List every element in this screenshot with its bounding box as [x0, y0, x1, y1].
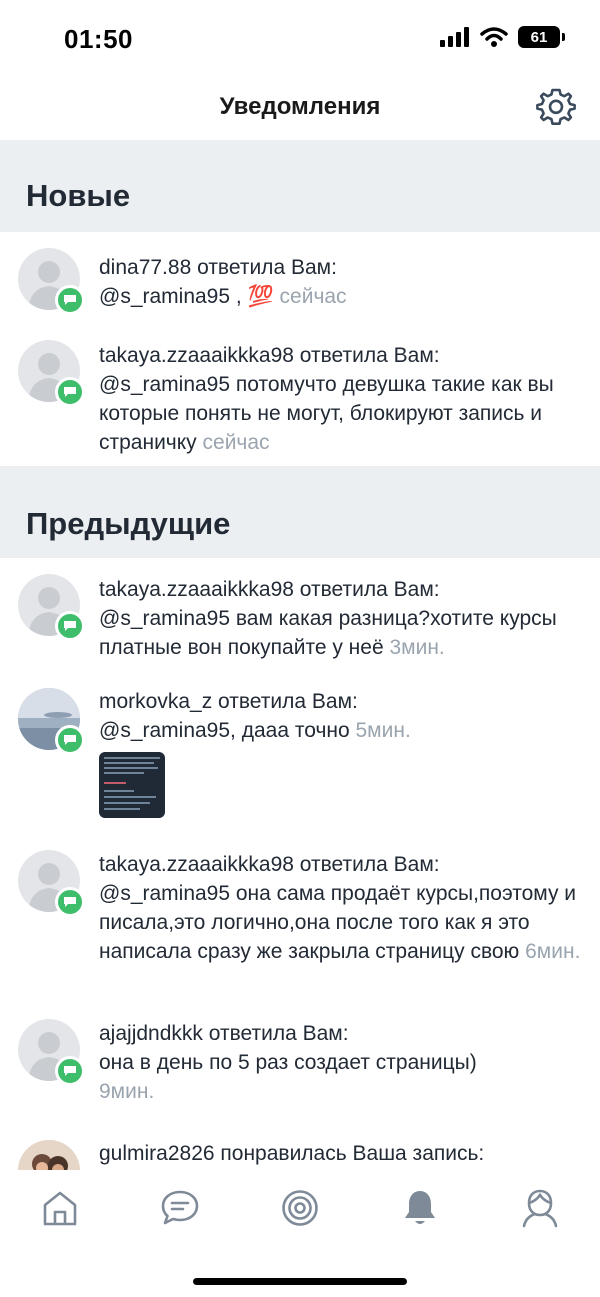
- username[interactable]: takaya.zzaaaikkka98: [99, 344, 294, 367]
- status-icons: 61: [440, 26, 565, 48]
- app-header: Уведомления: [0, 80, 600, 140]
- username[interactable]: morkovka_z: [99, 690, 212, 713]
- notification-item[interactable]: takaya.zzaaaikkka98 ответила Вам: @s_ram…: [0, 318, 600, 466]
- notification-body: @s_ramina95 , 💯: [99, 285, 280, 308]
- notification-text: morkovka_z ответила Вам: @s_ramina95, да…: [99, 687, 584, 745]
- notification-time: 5мин.: [355, 719, 411, 742]
- notification-text: gulmira2826 понравилась Ваша запись:: [99, 1139, 584, 1168]
- notification-action: ответила Вам:: [212, 690, 358, 713]
- notification-action: понравилась Ваша запись:: [214, 1142, 485, 1165]
- tab-bar: [0, 1170, 600, 1250]
- notification-text: takaya.zzaaaikkka98 ответила Вам: @s_ram…: [99, 341, 584, 457]
- notification-time: 9мин.: [99, 1080, 155, 1103]
- reply-badge-icon: [55, 887, 85, 917]
- notification-action: ответила Вам:: [293, 344, 440, 367]
- notification-body: @s_ramina95 вам какая разница?хотите кур…: [99, 607, 557, 659]
- notification-item[interactable]: takaya.zzaaaikkka98 ответила Вам: @s_ram…: [0, 558, 600, 670]
- avatar[interactable]: [18, 1140, 80, 1170]
- reply-badge-icon: [55, 285, 85, 315]
- reply-badge-icon: [55, 377, 85, 407]
- notification-action: ответила Вам:: [202, 1022, 349, 1045]
- notification-item[interactable]: takaya.zzaaaikkka98 ответила Вам: @s_ram…: [0, 840, 600, 1010]
- reply-badge-icon: [55, 611, 85, 641]
- notification-action: ответила Вам:: [191, 256, 337, 279]
- username[interactable]: gulmira2826: [99, 1142, 215, 1165]
- profile-icon[interactable]: [520, 1188, 560, 1228]
- home-icon[interactable]: [40, 1188, 80, 1228]
- username[interactable]: takaya.zzaaaikkka98: [99, 578, 294, 601]
- battery-indicator: 61: [518, 26, 565, 48]
- section-title: Предыдущие: [26, 506, 231, 541]
- notification-text: takaya.zzaaaikkka98 ответила Вам: @s_ram…: [99, 575, 584, 662]
- notification-item[interactable]: ajajjdndkkk ответила Вам: она в день по …: [0, 1010, 600, 1134]
- wifi-icon: [480, 27, 508, 47]
- status-time: 01:50: [64, 24, 133, 54]
- notification-text: dina77.88 ответила Вам: @s_ramina95 , 💯 …: [99, 253, 584, 311]
- chat-icon[interactable]: [160, 1188, 200, 1228]
- notification-text: ajajjdndkkk ответила Вам: она в день по …: [99, 1019, 584, 1106]
- home-indicator: [193, 1278, 407, 1285]
- notification-text: takaya.zzaaaikkka98 ответила Вам: @s_ram…: [99, 850, 584, 966]
- notification-action: ответила Вам:: [293, 853, 440, 876]
- notification-item[interactable]: gulmira2826 понравилась Ваша запись:: [0, 1134, 600, 1170]
- notification-body: @s_ramina95 потомучто девушка такие как …: [99, 373, 554, 454]
- section-header-previous: Предыдущие: [0, 466, 600, 558]
- notification-body: она в день по 5 раз создает страницы): [99, 1051, 477, 1074]
- notification-time: 6мин.: [525, 940, 581, 963]
- username[interactable]: takaya.zzaaaikkka98: [99, 853, 294, 876]
- username[interactable]: ajajjdndkkk: [99, 1022, 203, 1045]
- bell-icon[interactable]: [400, 1188, 440, 1228]
- username[interactable]: dina77.88: [99, 256, 191, 279]
- gear-icon[interactable]: [536, 86, 576, 126]
- avatar-photo: [18, 1140, 80, 1170]
- page-title: Уведомления: [219, 93, 381, 120]
- notification-body: @s_ramina95, дааа точно: [99, 719, 356, 742]
- section-title: Новые: [26, 178, 131, 213]
- notification-time: 3мин.: [389, 636, 445, 659]
- signal-icon: [440, 27, 469, 47]
- reply-badge-icon: [55, 725, 85, 755]
- notification-item[interactable]: morkovka_z ответила Вам: @s_ramina95, да…: [0, 670, 600, 840]
- notification-action: ответила Вам:: [293, 578, 440, 601]
- notification-body: @s_ramina95 она сама продаёт курсы,поэто…: [99, 882, 577, 963]
- section-header-new: Новые: [0, 140, 600, 232]
- status-bar: 01:50 61: [0, 0, 600, 80]
- notification-time: сейчас: [202, 431, 270, 454]
- notification-time: сейчас: [279, 285, 347, 308]
- post-thumbnail[interactable]: [99, 752, 165, 818]
- reply-badge-icon: [55, 1056, 85, 1086]
- target-icon[interactable]: [280, 1188, 320, 1228]
- notification-item[interactable]: dina77.88 ответила Вам: @s_ramina95 , 💯 …: [0, 232, 600, 318]
